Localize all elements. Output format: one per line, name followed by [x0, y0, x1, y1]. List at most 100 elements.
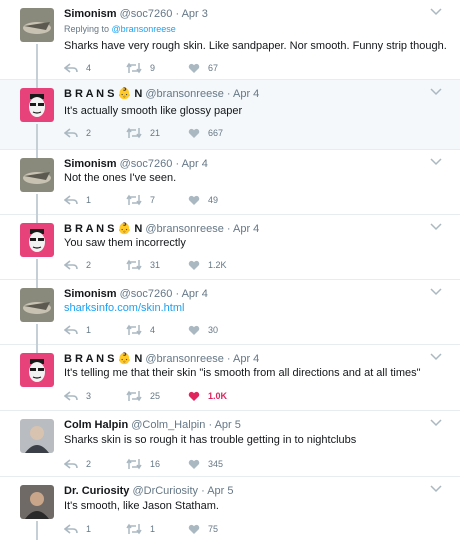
reply-button[interactable]: 2 — [64, 456, 91, 472]
tweet[interactable]: Simonism @soc7260 · Apr 3 Replying to @b… — [0, 0, 460, 80]
tweet-actions: 4 9 67 — [64, 60, 264, 76]
retweet-button[interactable]: 1 — [126, 521, 155, 537]
reply-button[interactable]: 1 — [64, 322, 91, 338]
tweet[interactable]: Simonism @soc7260 · Apr 4 sharksinfo.com… — [0, 280, 460, 345]
like-button[interactable]: 30 — [188, 322, 218, 338]
thread-line — [36, 80, 38, 88]
author-name[interactable]: B R A N S 👶 N — [64, 223, 142, 235]
retweet-button[interactable]: 4 — [126, 322, 155, 338]
timestamp[interactable]: Apr 4 — [182, 288, 208, 300]
reply-button[interactable]: 1 — [64, 192, 91, 208]
retweet-icon — [126, 62, 142, 74]
author-name[interactable]: Dr. Curiosity — [64, 485, 129, 497]
shark-photo-avatar[interactable] — [20, 158, 54, 192]
like-button[interactable]: 67 — [188, 60, 218, 76]
tweet-actions: 1 4 30 — [64, 322, 264, 338]
timestamp[interactable]: Apr 4 — [233, 88, 259, 100]
tweet[interactable]: Colm Halpin @Colm_Halpin · Apr 5 Sharks … — [0, 411, 460, 477]
reply-to-link[interactable]: @bransonreese — [112, 24, 176, 34]
cartoon-face-avatar[interactable] — [20, 88, 54, 122]
thread-line — [36, 215, 38, 223]
like-button[interactable]: 1.0K — [188, 388, 227, 404]
retweet-icon — [126, 523, 142, 535]
like-button[interactable]: 49 — [188, 192, 218, 208]
reply-button[interactable]: 3 — [64, 388, 91, 404]
author-name[interactable]: Simonism — [64, 158, 117, 170]
man-photo-avatar[interactable] — [20, 485, 54, 519]
retweet-count: 9 — [150, 63, 156, 73]
chevron-down-icon[interactable] — [430, 288, 442, 296]
like-count: 345 — [208, 459, 224, 469]
cartoon-face-avatar[interactable] — [20, 223, 54, 257]
like-count: 667 — [208, 128, 224, 138]
author-name[interactable]: Colm Halpin — [64, 419, 128, 431]
timestamp[interactable]: Apr 4 — [182, 158, 208, 170]
author-handle[interactable]: @Colm_Halpin — [131, 419, 205, 431]
chevron-down-icon[interactable] — [430, 419, 442, 427]
man-photo-avatar[interactable] — [20, 419, 54, 453]
retweet-count: 16 — [150, 459, 161, 469]
like-count: 1.2K — [208, 260, 227, 270]
timestamp[interactable]: Apr 5 — [215, 419, 241, 431]
thread-line — [36, 345, 38, 353]
chevron-down-icon[interactable] — [430, 353, 442, 361]
chevron-down-icon[interactable] — [430, 158, 442, 166]
like-button[interactable]: 1.2K — [188, 257, 227, 273]
author-handle[interactable]: @soc7260 — [120, 288, 173, 300]
retweet-button[interactable]: 21 — [126, 125, 160, 141]
emoji-icon: 👶 — [117, 88, 132, 100]
retweet-button[interactable]: 25 — [126, 388, 160, 404]
reply-button[interactable]: 2 — [64, 125, 91, 141]
retweet-button[interactable]: 31 — [126, 257, 160, 273]
timestamp[interactable]: Apr 4 — [233, 353, 259, 365]
reply-button[interactable]: 2 — [64, 257, 91, 273]
author-handle[interactable]: @soc7260 — [120, 158, 173, 170]
like-button[interactable]: 75 — [188, 521, 218, 537]
tweet-header: B R A N S 👶 N @bransonreese · Apr 4 — [64, 353, 260, 365]
chevron-down-icon[interactable] — [430, 485, 442, 493]
tweet-text: It's actually smooth like glossy paper — [64, 105, 243, 117]
cartoon-face-avatar[interactable] — [20, 353, 54, 387]
retweet-button[interactable]: 7 — [126, 192, 155, 208]
author-name[interactable]: Simonism — [64, 8, 117, 20]
author-handle[interactable]: @bransonreese — [145, 223, 223, 235]
tweet[interactable]: B R A N S 👶 N @bransonreese · Apr 4 It's… — [0, 80, 460, 150]
author-handle[interactable]: @bransonreese — [145, 88, 223, 100]
reply-button[interactable]: 1 — [64, 521, 91, 537]
thread-line — [36, 194, 38, 215]
shark-photo-avatar[interactable] — [20, 288, 54, 322]
chevron-down-icon[interactable] — [430, 88, 442, 96]
shark-photo-avatar[interactable] — [20, 8, 54, 42]
chevron-down-icon[interactable] — [430, 8, 442, 16]
like-count: 67 — [208, 63, 219, 73]
tweet[interactable]: Simonism @soc7260 · Apr 4 Not the ones I… — [0, 150, 460, 215]
tweet-link[interactable]: sharksinfo.com/skin.html — [64, 301, 184, 315]
timestamp[interactable]: Apr 4 — [233, 223, 259, 235]
heart-icon — [188, 195, 200, 205]
tweet-actions: 2 31 1.2K — [64, 257, 264, 273]
timestamp[interactable]: Apr 5 — [207, 485, 233, 497]
tweet[interactable]: B R A N S 👶 N @bransonreese · Apr 4 You … — [0, 215, 460, 280]
like-button[interactable]: 345 — [188, 456, 223, 472]
author-name[interactable]: B R A N S 👶 N — [64, 88, 142, 100]
retweet-button[interactable]: 16 — [126, 456, 160, 472]
tweet[interactable]: B R A N S 👶 N @bransonreese · Apr 4 It's… — [0, 345, 460, 411]
author-handle[interactable]: @DrCuriosity — [132, 485, 198, 497]
like-button[interactable]: 667 — [188, 125, 223, 141]
tweet-thread: Simonism @soc7260 · Apr 3 Replying to @b… — [0, 0, 460, 540]
tweet-actions: 1 7 49 — [64, 192, 264, 208]
tweet-actions: 2 16 345 — [64, 456, 264, 472]
tweet-header: Simonism @soc7260 · Apr 3 — [64, 8, 208, 20]
heart-icon — [188, 524, 200, 534]
chevron-down-icon[interactable] — [430, 223, 442, 231]
reply-button[interactable]: 4 — [64, 60, 91, 76]
author-handle[interactable]: @bransonreese — [145, 353, 223, 365]
timestamp[interactable]: Apr 3 — [182, 8, 208, 20]
thread-line — [36, 280, 38, 288]
author-name[interactable]: Simonism — [64, 288, 117, 300]
retweet-button[interactable]: 9 — [126, 60, 155, 76]
tweet-text: It's telling me that their skin "is smoo… — [64, 367, 421, 379]
author-handle[interactable]: @soc7260 — [120, 8, 173, 20]
tweet[interactable]: Dr. Curiosity @DrCuriosity · Apr 5 It's … — [0, 477, 460, 540]
author-name[interactable]: B R A N S 👶 N — [64, 353, 142, 365]
